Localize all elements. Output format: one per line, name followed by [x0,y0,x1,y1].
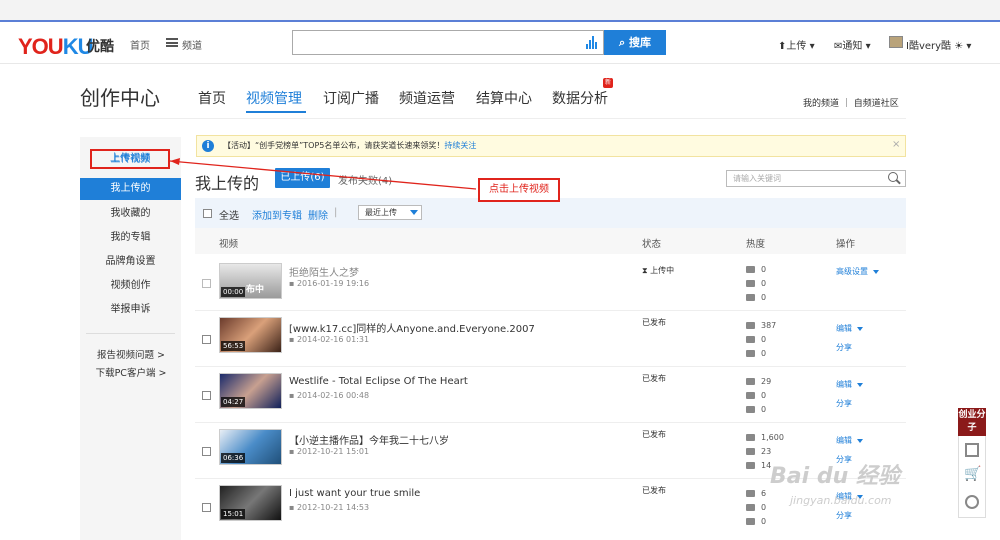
headset-icon[interactable] [965,495,979,509]
cart-icon[interactable]: 🛒 [964,466,981,482]
annotation-callout: 点击上传视频 [478,178,560,202]
page-root: { "header": { "logo": "YOUKU", "logo_cn"… [0,0,1000,540]
startup-badge[interactable]: 创业分子 [958,408,986,436]
qr-code-icon[interactable] [965,443,979,457]
watermark-url: jingyan.baidu.com [790,494,892,507]
arrow-line [169,160,477,190]
baidu-watermark: Bai du 经验 [770,464,900,489]
arrow-head-icon [170,158,180,165]
